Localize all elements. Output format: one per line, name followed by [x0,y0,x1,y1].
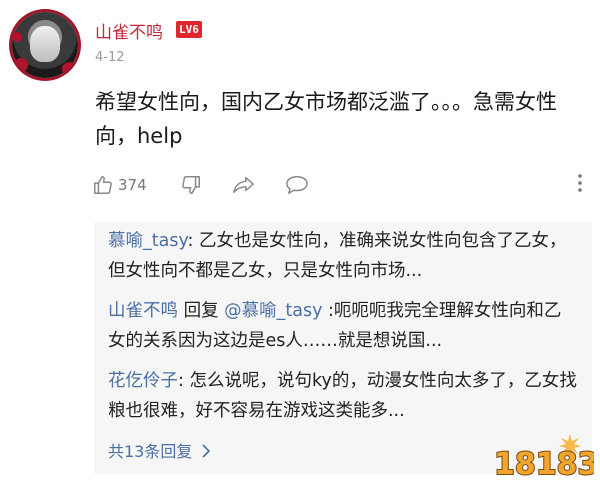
comment-date: 4-12 [95,50,125,65]
reply-item[interactable]: 山雀不鸣 回复 @慕喻_tasy :呃呃呃我完全理解女性向和乙女的关系因为这边是… [108,296,578,356]
avatar[interactable] [12,12,78,78]
total-replies-label: 共13条回复 [108,442,193,461]
reply-separator: : [187,231,200,251]
reply-item[interactable]: 花仡伶子: 怎么说呢，说句ky的，动漫女性向太多了，乙女找粮也很难，好不容易在游… [108,366,578,426]
rose-decoration [12,32,22,42]
reply-separator: : [322,301,334,321]
thumbs-down-icon [180,174,202,196]
more-button[interactable] [576,172,584,198]
like-button[interactable]: 374 [92,172,147,198]
comment-text: 希望女性向，国内乙女市场都泛滥了。。。急需女性向，help [95,90,557,148]
reply-separator: : [178,371,190,391]
comment-username[interactable]: 山雀不鸣 [95,18,163,43]
view-all-replies-link[interactable]: 共13条回复 [108,438,211,462]
comment-bubble-icon [284,174,310,196]
share-button[interactable] [232,172,256,198]
dislike-button[interactable] [180,172,202,198]
watermark-text: 18183 [494,447,594,482]
reply-target-user[interactable]: @慕喻_tasy [224,301,322,321]
level-badge: LV6 [176,21,202,38]
reply-username[interactable]: 慕喻_tasy [108,231,188,251]
reply-username[interactable]: 山雀不鸣 [108,301,178,321]
reply-keyword: 回复 [178,301,225,321]
thumbs-up-icon [92,174,114,196]
chevron-right-icon [197,442,211,461]
comment-actions: 374 [92,172,592,198]
rose-decoration [14,58,28,72]
reply-username[interactable]: 花仡伶子 [108,371,178,391]
like-count: 374 [118,176,147,194]
more-vertical-icon [576,173,584,197]
share-icon [232,174,256,196]
watermark-logo: 18183 [490,430,599,486]
reply-button[interactable] [284,172,310,198]
rose-decoration [62,62,76,76]
reply-item[interactable]: 慕喻_tasy: 乙女也是女性向，准确来说女性向包含了乙女，但女性向不都是乙女，… [108,226,578,286]
